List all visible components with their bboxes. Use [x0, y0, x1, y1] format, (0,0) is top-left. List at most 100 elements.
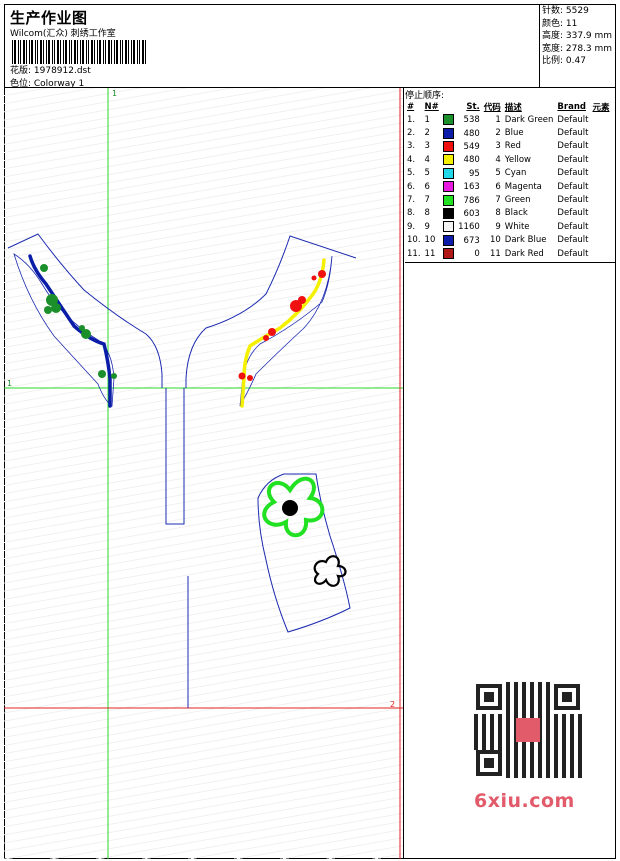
- stop-sequence-table: # N# St. 代码 描述 Brand 元素 1. 1 538 1 Dark Gree…: [405, 100, 612, 260]
- stitch-count-cell: 480: [463, 128, 480, 139]
- row-stitches: 1160: [441, 220, 482, 233]
- row-element: [590, 126, 611, 139]
- design-height: 高度: 337.9 mm: [542, 31, 613, 41]
- row-description: Dark Blue: [504, 235, 547, 246]
- embroidery-drawing: 1 1 2: [4, 88, 403, 859]
- row-stitches: 549: [441, 140, 482, 153]
- row-brand: Default: [557, 154, 589, 165]
- row-index: 7.: [407, 195, 416, 206]
- column-header: St.: [466, 101, 480, 112]
- color-swatch: [442, 181, 454, 193]
- row-needle: 1: [424, 114, 430, 125]
- row-needle: 10: [424, 235, 436, 246]
- row-brand: Default: [557, 114, 589, 125]
- row-brand: Default: [557, 141, 589, 152]
- row-code: 5: [495, 168, 501, 179]
- row-code: 7: [495, 195, 501, 206]
- column-header: 代码: [483, 102, 501, 113]
- stitch-count-cell: 549: [463, 141, 480, 152]
- row-needle: 8: [424, 208, 430, 219]
- row-index: 1.: [407, 114, 416, 125]
- row-brand: Default: [557, 195, 589, 206]
- row-element: [590, 220, 611, 233]
- color-swatch: [442, 140, 454, 152]
- stitch-count-cell: 603: [463, 208, 480, 219]
- color-count: 颜色: 11: [542, 18, 578, 29]
- row-index: 10.: [407, 235, 421, 246]
- stitch-count-cell: 163: [463, 182, 480, 193]
- row-element: [590, 113, 611, 126]
- row-code: 4: [495, 154, 501, 165]
- row-brand: Default: [557, 168, 589, 179]
- row-description: Dark Red: [504, 248, 544, 259]
- left-green-leaves: [40, 264, 117, 379]
- row-brand: Default: [557, 221, 589, 232]
- stitch-count-cell: 0: [474, 249, 480, 260]
- row-stitches: 603: [441, 207, 482, 220]
- row-stitches: 480: [441, 153, 482, 166]
- row-brand: Default: [557, 248, 589, 259]
- row-element: [590, 153, 611, 166]
- design-file-label: 花版: 1978912.dst: [10, 66, 91, 76]
- company-name: Wilcom(汇众) 刺绣工作室: [10, 29, 116, 39]
- row-index: 11.: [407, 248, 421, 259]
- row-code: 10: [489, 235, 501, 246]
- header-info-panel: 生产作业图 Wilcom(汇众) 刺绣工作室 花版: 1978912.dst 色…: [4, 4, 540, 89]
- row-brand: Default: [557, 208, 589, 219]
- row-index: 5.: [407, 168, 416, 179]
- stitch-count-cell: 1160: [458, 222, 480, 233]
- row-index: 2.: [407, 128, 416, 139]
- row-stitches: 538: [441, 113, 482, 126]
- design-stats: 针数: 5529 颜色: 11 高度: 337.9 mm 宽度: 278.3 m…: [540, 4, 616, 88]
- row-needle: 11: [424, 248, 436, 259]
- row-stitches: 480: [441, 126, 482, 139]
- stop-sequence-panel: 停止顺序: # N# St. 代码 描述 Brand 元素 1. 1 538 1 Dar…: [405, 88, 616, 263]
- guide-label-right: 2: [390, 700, 395, 709]
- row-needle: 3: [424, 141, 430, 152]
- right-collar-inner: [239, 255, 333, 407]
- page-title: 生产作业图: [10, 9, 88, 27]
- row-description: Cyan: [504, 168, 527, 179]
- qr-logo-stamp: [516, 718, 540, 742]
- row-code: 9: [495, 221, 501, 232]
- row-description: Blue: [504, 128, 524, 139]
- qr-code: [470, 680, 586, 780]
- row-index: 9.: [407, 221, 416, 232]
- color-swatch: [442, 114, 454, 126]
- table-row: 1. 1 538 1 Dark Green Default: [405, 113, 612, 126]
- row-code: 3: [495, 141, 501, 152]
- column-header: 描述: [504, 102, 522, 113]
- table-row: 9. 9 1160 9 White Default: [405, 220, 612, 233]
- row-index: 3.: [407, 141, 416, 152]
- table-header-row: # N# St. 代码 描述 Brand 元素: [405, 100, 612, 113]
- row-index: 8.: [407, 208, 416, 219]
- row-index: 4.: [407, 154, 416, 165]
- color-swatch: [442, 167, 454, 179]
- row-description: Yellow: [504, 154, 531, 165]
- color-swatch: [442, 221, 454, 233]
- row-code: 11: [489, 248, 501, 259]
- table-row: 4. 4 480 4 Yellow Default: [405, 153, 612, 166]
- row-stitches: 673: [441, 234, 482, 247]
- right-collar-outline: [185, 235, 357, 388]
- color-swatch: [442, 234, 454, 246]
- row-code: 8: [495, 208, 501, 219]
- color-swatch: [442, 207, 454, 219]
- row-index: 6.: [407, 181, 416, 192]
- guide-label-top: 1: [112, 89, 117, 98]
- table-row: 7. 7 786 7 Green Default: [405, 193, 612, 206]
- row-needle: 2: [424, 128, 430, 139]
- placket-upper: [165, 388, 185, 525]
- row-element: [590, 167, 611, 180]
- row-needle: 7: [424, 195, 430, 206]
- row-brand: Default: [557, 235, 589, 246]
- color-swatch: [442, 154, 454, 166]
- row-stitches: 95: [441, 167, 482, 180]
- row-needle: 6: [424, 181, 430, 192]
- row-element: [590, 140, 611, 153]
- row-description: Magenta: [504, 181, 542, 192]
- row-element: [590, 193, 611, 206]
- row-needle: 5: [424, 168, 430, 179]
- table-row: 11. 11 0 11 Dark Red Default: [405, 247, 612, 260]
- column-header: 元素: [592, 102, 610, 113]
